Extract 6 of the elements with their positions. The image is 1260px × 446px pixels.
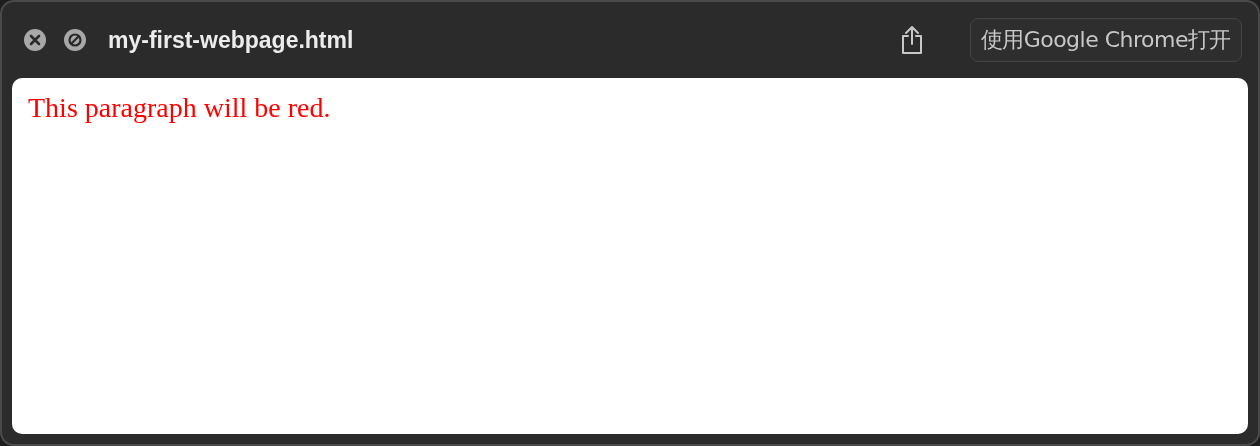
share-icon[interactable] bbox=[899, 25, 924, 55]
open-with-button[interactable]: 使用Google Chrome打开 bbox=[969, 18, 1242, 62]
block-icon[interactable] bbox=[64, 29, 86, 51]
paragraph: This paragraph will be red. bbox=[28, 92, 332, 124]
window-title: my-first-webpage.html bbox=[108, 26, 354, 54]
close-icon[interactable] bbox=[24, 29, 46, 51]
